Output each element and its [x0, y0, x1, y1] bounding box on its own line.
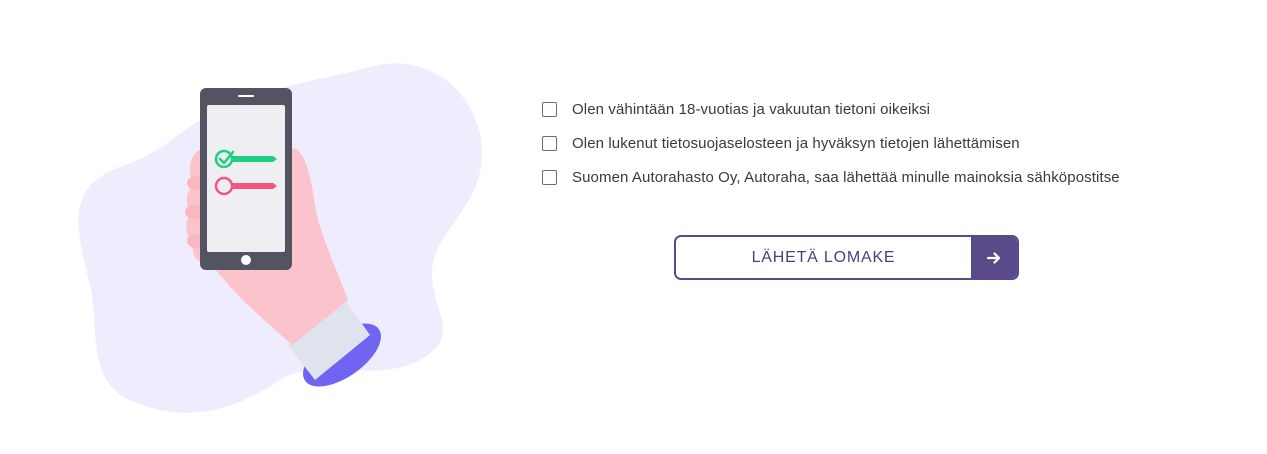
hand-phone-illustration	[78, 63, 483, 413]
consent-form-page: Olen vähintään 18-vuotias ja vakuutan ti…	[0, 0, 1267, 454]
submit-form-button[interactable]: LÄHETÄ LOMAKE	[674, 235, 1019, 280]
arrow-right-icon[interactable]	[971, 237, 1017, 278]
age-checkbox[interactable]	[542, 101, 557, 117]
submit-button-label: LÄHETÄ LOMAKE	[751, 248, 896, 266]
consent-marketing-label: Suomen Autorahasto Oy, Autoraha, saa läh…	[572, 168, 1120, 186]
consent-list: Olen vähintään 18-vuotias ja vakuutan ti…	[542, 92, 1182, 194]
phone-home-button	[241, 255, 251, 265]
consent-privacy[interactable]: Olen lukenut tietosuojaselosteen ja hyvä…	[542, 126, 1182, 160]
consent-privacy-label: Olen lukenut tietosuojaselosteen ja hyvä…	[572, 134, 1020, 152]
consent-age[interactable]: Olen vähintään 18-vuotias ja vakuutan ti…	[542, 92, 1182, 126]
phone-speaker	[238, 95, 254, 97]
consent-marketing[interactable]: Suomen Autorahasto Oy, Autoraha, saa läh…	[542, 160, 1182, 194]
consent-age-label: Olen vähintään 18-vuotias ja vakuutan ti…	[572, 100, 931, 118]
privacy-checkbox[interactable]	[542, 135, 557, 151]
marketing-checkbox[interactable]	[542, 169, 557, 185]
